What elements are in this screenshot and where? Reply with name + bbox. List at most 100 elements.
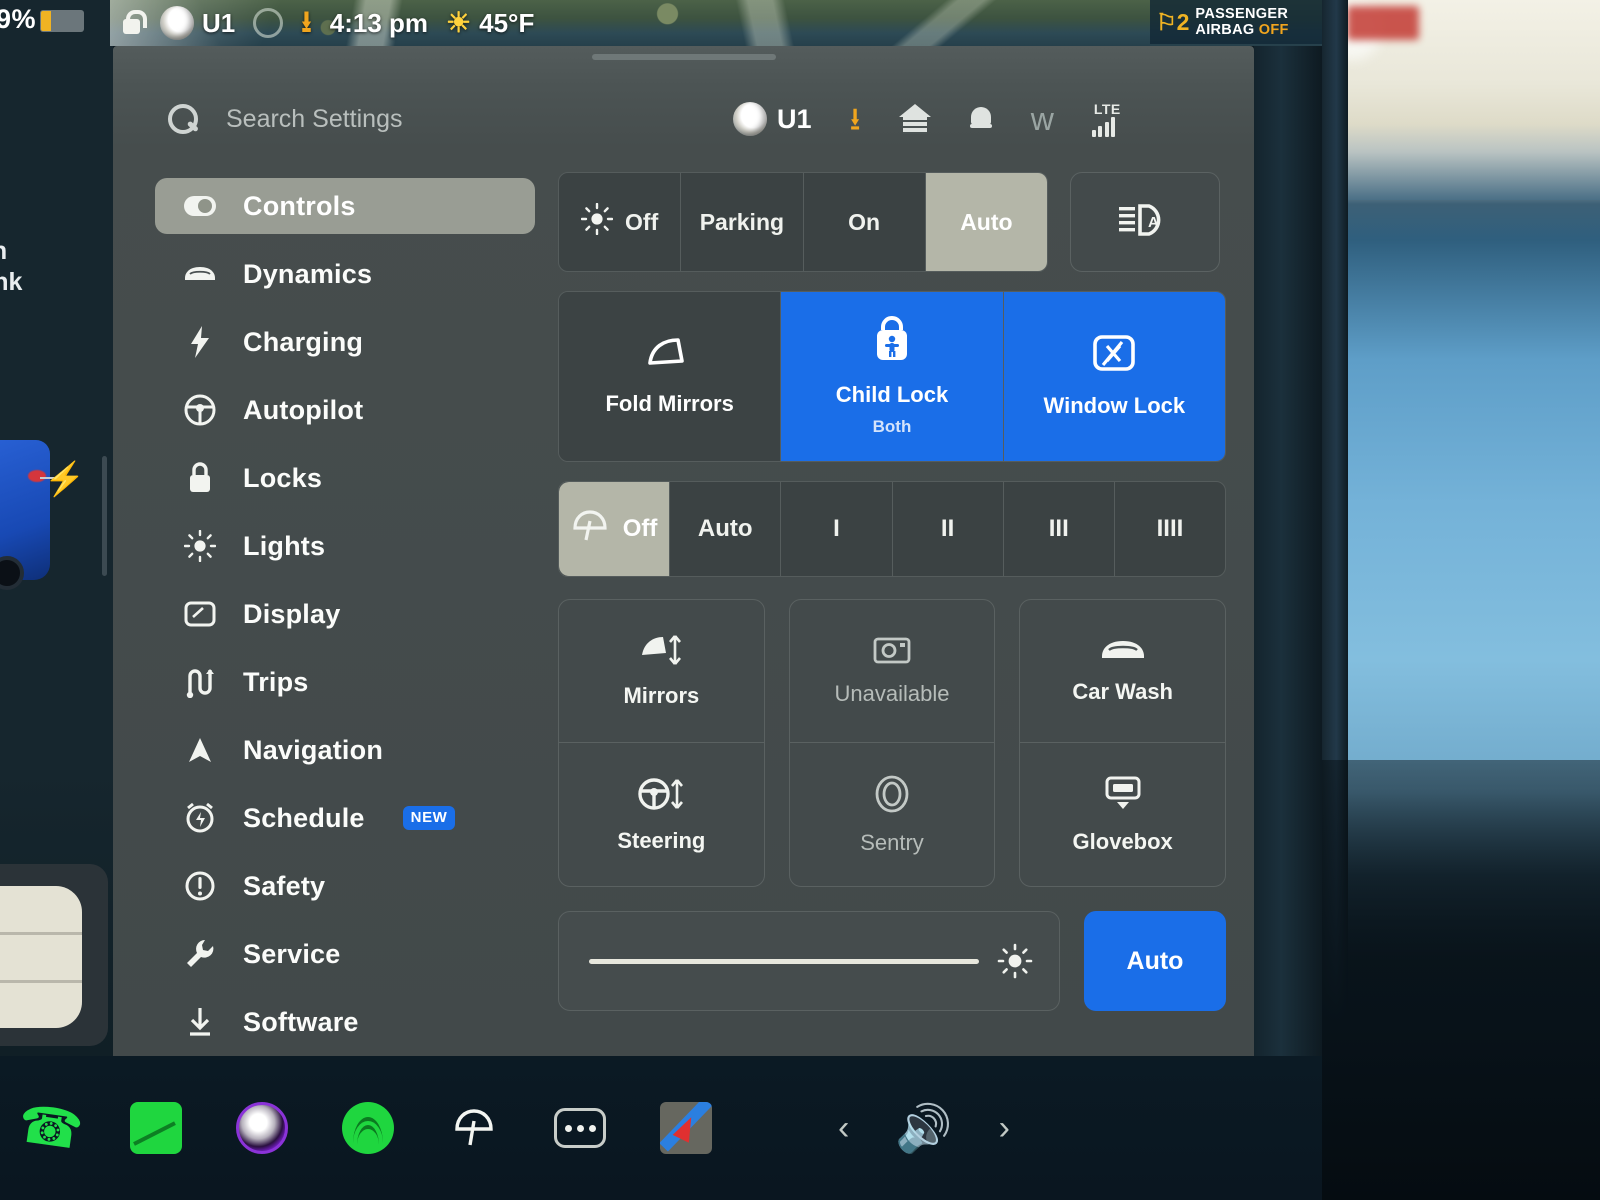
headlights-option-on[interactable]: On [804,173,926,271]
sidebar-item-service[interactable]: Service [155,926,535,982]
grid-column-2: Unavailable Sentry [788,599,996,887]
brightness-slider[interactable] [558,911,1060,1011]
lock-status[interactable] [120,10,147,36]
window-lock-button[interactable]: Window Lock [1003,292,1225,461]
wipers-option-iiii[interactable]: IIII [1115,482,1225,576]
fold-mirrors-button[interactable]: Fold Mirrors [559,292,782,461]
toggle-icon [183,189,217,223]
search-input[interactable] [226,104,646,134]
wipers-option-i[interactable]: I [781,482,893,576]
auto-high-beam-icon: A [1119,204,1161,236]
sidebar-item-safety[interactable]: Safety [155,858,535,914]
tile-label: Window Lock [1043,393,1186,419]
voice-app-icon[interactable] [234,1100,290,1156]
lock-icon [120,10,147,36]
status-driver-profile[interactable]: U1 [160,6,235,40]
lights-row: Off Parking On Auto A [558,172,1226,272]
wrench-icon [183,937,217,971]
garage-icon[interactable] [898,104,931,134]
display-icon [183,597,217,631]
status-weather[interactable]: ☀ 45°F [446,8,534,39]
settings-sidebar: Controls Dynamics Charging Autopilot Locks Li… [155,178,535,1056]
glovebox-button[interactable]: Glovebox [1020,743,1225,886]
mirror-icon [644,335,696,376]
search-bar[interactable] [113,104,713,134]
headlights-option-parking[interactable]: Parking [681,173,804,271]
sidebar-item-navigation[interactable]: Navigation [155,722,535,778]
camera-icon [873,635,911,665]
chevron-left-icon[interactable]: ‹ [838,1109,849,1148]
download-icon[interactable]: ⭳ [850,103,861,135]
maps-app-icon[interactable] [658,1100,714,1156]
sidebar-item-controls[interactable]: Controls [155,178,535,234]
headlights-option-off[interactable]: Off [559,173,682,271]
download-icon [183,1005,217,1039]
camera-unavailable-button[interactable]: Unavailable [789,600,995,743]
status-temperature: 45°F [479,7,535,38]
lock-icon [183,461,217,495]
sidebar-item-locks[interactable]: Locks [155,450,535,506]
sidebar-item-label: Charging [243,326,364,357]
child-lock-button[interactable]: Child Lock Both [781,292,1004,461]
charge-bolt-icon: ⚡ [44,460,86,497]
mirrors-adjust-button[interactable]: Mirrors [559,600,764,743]
sidebar-item-label: Lights [243,530,326,561]
header-driver-profile[interactable]: U1 [733,102,812,136]
headlights-option-auto[interactable]: Auto [925,173,1047,271]
tile-sublabel: Both [872,416,912,436]
more-app-icon[interactable] [552,1100,608,1156]
new-badge: NEW [402,806,456,830]
status-download[interactable]: ⭳ [301,8,312,38]
signal-bars-icon [1091,117,1116,137]
dashboard-shadow [1322,760,1600,1200]
sidebar-item-display[interactable]: Display [155,586,535,642]
sidebar-item-autopilot[interactable]: Autopilot [155,382,535,438]
headlights-segmented-control: Off Parking On Auto [558,172,1048,272]
bluetooth-icon[interactable]: w [1031,103,1054,135]
wipers-option-iii[interactable]: III [1004,482,1115,576]
wipers-row: Off Auto I II III IIII [558,481,1226,577]
media-controls: ‹ 🔊 › [838,1105,1010,1151]
driver-avatar [733,102,767,136]
seat-diagram-icon [0,886,82,1028]
search-icon [168,104,198,134]
sidebar-item-schedule[interactable]: Schedule NEW [155,790,535,846]
spotify-app-icon[interactable] [340,1100,396,1156]
open-trunk-button[interactable]: en unk [0,236,108,297]
locks-tiles-row: Fold Mirrors Child Lock Both Window Lock [558,291,1226,462]
sidebar-item-lights[interactable]: Lights [155,518,535,574]
wiper-app-icon[interactable] [446,1100,502,1156]
sidebar-item-charging[interactable]: Charging [155,314,535,370]
display-bezel [1254,0,1322,1200]
signal-strength-indicator[interactable]: LTE [1091,101,1121,137]
driver-avatar [160,6,194,40]
headlights-option-label: Auto [960,208,1013,235]
car-wash-mode-button[interactable]: Car Wash [1020,600,1226,743]
energy-app-icon[interactable] [128,1100,184,1156]
settings-header: U1 ⭳ w LTE [113,64,1254,174]
wipers-option-auto[interactable]: Auto [670,482,782,576]
chevron-right-icon[interactable]: › [999,1109,1010,1148]
wipers-option-ii[interactable]: II [893,482,1004,576]
steering-adjust-button[interactable]: Steering [559,743,764,886]
car-wash-icon [1099,637,1147,663]
status-profile-ring[interactable] [253,8,284,38]
phone-app-icon[interactable]: ☎ [14,1095,86,1161]
sidebar-item-software[interactable]: Software [155,994,535,1050]
profile-ring-icon [253,8,284,38]
network-type-label: LTE [1093,101,1121,117]
brightness-track[interactable] [589,958,979,964]
bell-icon[interactable] [969,105,993,133]
wipers-segmented-control: Off Auto I II III IIII [558,481,1226,577]
panel-drag-handle[interactable] [591,54,776,60]
brightness-auto-button[interactable]: Auto [1084,911,1226,1011]
sidebar-item-dynamics[interactable]: Dynamics [155,246,535,302]
grid-column-1: Mirrors Steering [558,599,765,887]
dock-app-list: ☎ [0,1095,714,1161]
sidebar-item-trips[interactable]: Trips [155,654,535,710]
wipers-option-off[interactable]: Off [559,482,671,576]
volume-icon[interactable]: 🔊 [895,1105,952,1151]
sentry-mode-button[interactable]: Sentry [790,743,995,886]
header-icon-tray: U1 ⭳ w LTE [733,101,1121,137]
auto-high-beam-button[interactable]: A [1070,172,1220,272]
